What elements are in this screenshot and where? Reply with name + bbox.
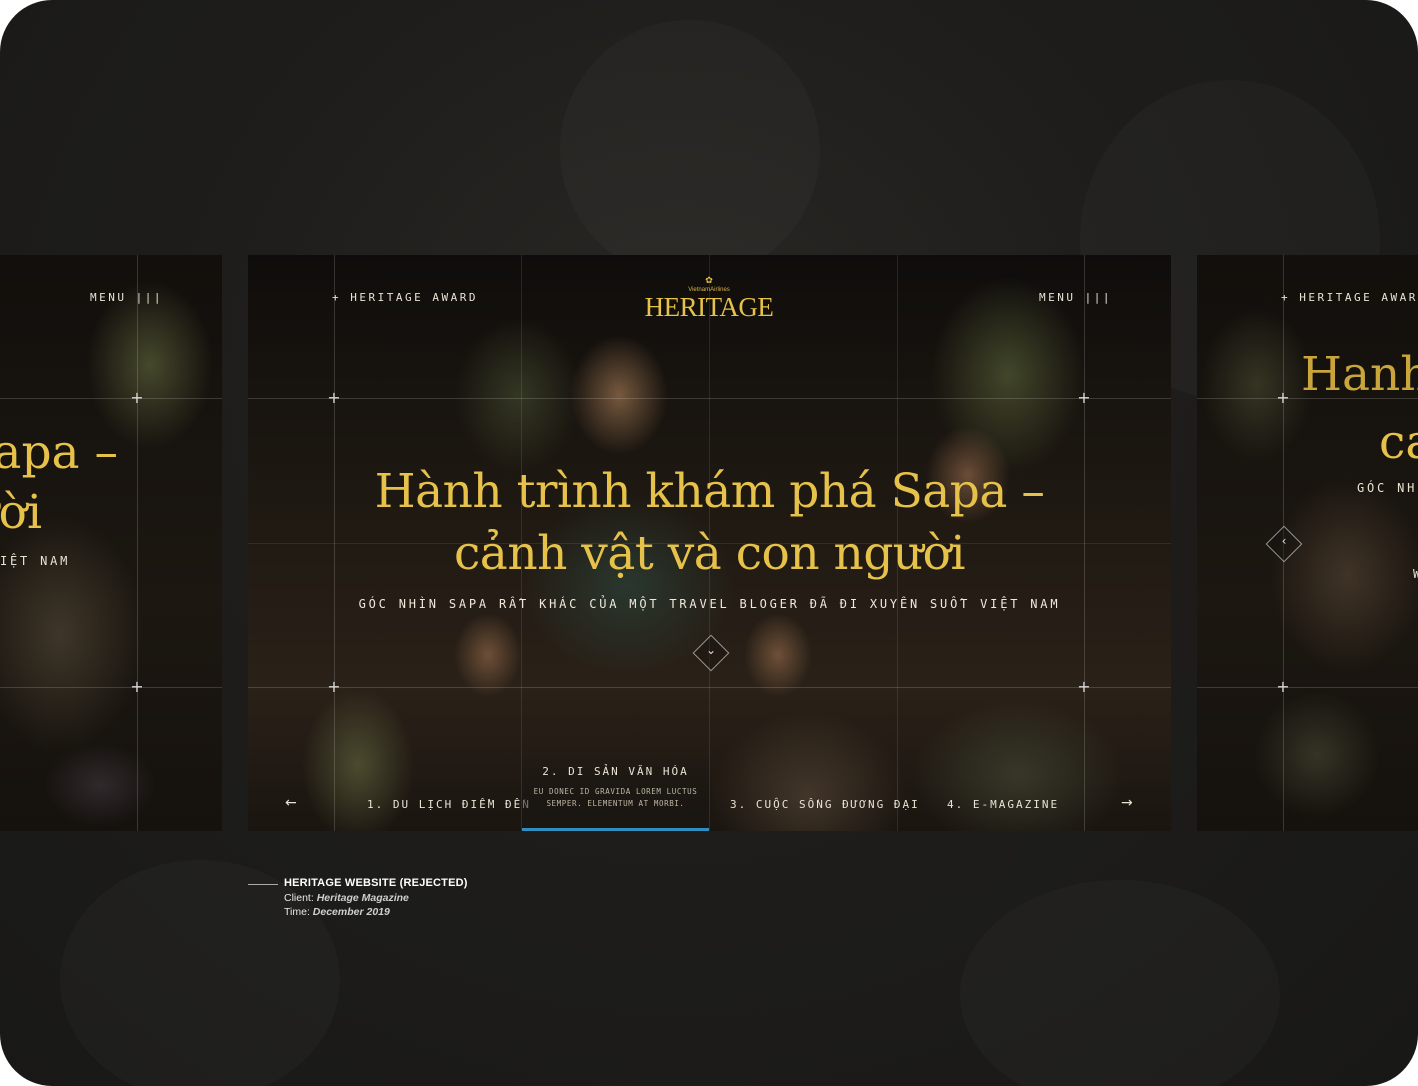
background-figure xyxy=(960,880,1280,1086)
showcase-frame: + + MENU ||| apa – ười IỆT NAM + + + + +… xyxy=(0,0,1418,1086)
slide-subheadline: GÓC NHÌ xyxy=(1357,481,1418,495)
chapter-tab-2[interactable]: 2. DI SẢN VĂN HÓA EU DONEC ID GRAVIDA LO… xyxy=(522,755,709,831)
headline-line2: cảnh vật và con người xyxy=(453,526,966,581)
crosshair-icon: + xyxy=(130,677,144,696)
heritage-logo[interactable]: ✿ VietnamAirlines HERITAGE xyxy=(634,276,784,322)
headline-line1: Hành trình khám phá Sapa – xyxy=(374,464,1045,519)
lotus-icon: ✿ xyxy=(705,276,713,286)
slide-text-fragment: W xyxy=(1413,567,1418,581)
chapter-tab-1[interactable]: 1. DU LỊCH ĐIỂM ĐẾN xyxy=(367,798,531,811)
menu-button[interactable]: MENU ||| xyxy=(90,291,163,304)
chapter-tab-4[interactable]: 4. E-MAGAZINE xyxy=(947,798,1059,811)
chapter-tab-3[interactable]: 3. CUỘC SỐNG ĐƯƠNG ĐẠI xyxy=(730,798,920,811)
client-value: Heritage Magazine xyxy=(316,892,409,904)
chevron-left-icon: ‹ xyxy=(1281,534,1287,548)
chapter-tab-description: EU DONEC ID GRAVIDA LOREM LUCTUS xyxy=(533,787,698,796)
crosshair-icon: + xyxy=(130,388,144,407)
slide-headline-line2: ười xyxy=(0,485,42,540)
time-label: Time: xyxy=(284,906,310,918)
slide-main: + + + + + HERITAGE AWARD ✿ VietnamAirlin… xyxy=(248,255,1171,831)
chapter-tab-description: SEMPER. ELEMENTUM AT MORBI. xyxy=(546,799,685,808)
chapter-tab-label: 2. DI SẢN VĂN HÓA xyxy=(542,765,689,778)
slide-preview-right[interactable]: + + + HERITAGE AWARD Hanh ca GÓC NHÌ ‹ W xyxy=(1197,255,1418,831)
slide-headline-line1: Hanh xyxy=(1301,347,1418,402)
project-client: Client: Heritage Magazine xyxy=(284,892,409,904)
heritage-award-link[interactable]: + HERITAGE AWARD xyxy=(1281,291,1418,304)
slide-headline-line1: apa – xyxy=(0,425,118,480)
subheadline: GÓC NHÌN SAPA RẤT KHÁC CỦA MỘT TRAVEL BL… xyxy=(358,597,1061,611)
slide-preview-left[interactable]: + + MENU ||| apa – ười IỆT NAM xyxy=(0,255,222,831)
time-value: December 2019 xyxy=(312,906,390,918)
project-time: Time: December 2019 xyxy=(284,906,390,918)
arrow-right-icon[interactable]: → xyxy=(1121,795,1133,811)
hero-photo xyxy=(1197,255,1418,831)
menu-button[interactable]: MENU ||| xyxy=(1039,291,1112,304)
slide-subheadline: IỆT NAM xyxy=(0,554,71,568)
crosshair-icon: + xyxy=(1077,388,1091,407)
crosshair-icon: + xyxy=(327,388,341,407)
background-figure xyxy=(560,20,820,280)
chevron-down-icon: ⌄ xyxy=(705,643,717,657)
client-label: Client: xyxy=(284,892,314,904)
project-title: HERITAGE WEBSITE (REJECTED) xyxy=(284,877,468,889)
active-tab-indicator xyxy=(522,828,709,831)
slide-headline-line2: ca xyxy=(1379,415,1418,470)
crosshair-icon: + xyxy=(1276,677,1290,696)
arrow-left-icon[interactable]: ← xyxy=(285,795,297,811)
logo-wordmark: HERITAGE xyxy=(644,292,774,322)
crosshair-icon: + xyxy=(327,677,341,696)
caption-arrow-line xyxy=(248,884,278,885)
hero-photo xyxy=(0,255,222,831)
heritage-award-link[interactable]: + HERITAGE AWARD xyxy=(332,291,478,304)
crosshair-icon: + xyxy=(1077,677,1091,696)
crosshair-icon: + xyxy=(1276,388,1290,407)
